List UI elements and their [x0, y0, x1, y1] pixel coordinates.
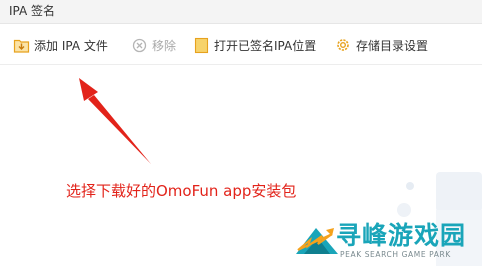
- gear-icon: [334, 36, 352, 54]
- remove-label: 移除: [152, 38, 177, 53]
- folder-icon: [192, 36, 210, 54]
- file-list-area[interactable]: [0, 66, 482, 266]
- add-ipa-button[interactable]: 添加 IPA 文件: [12, 35, 108, 55]
- add-ipa-label: 添加 IPA 文件: [34, 38, 108, 53]
- storage-directory-settings-button[interactable]: 存储目录设置: [334, 35, 428, 55]
- window-title: IPA 签名: [9, 4, 56, 18]
- annotation-text: 选择下载好的OmoFun app安装包: [66, 182, 297, 200]
- toolbar: 添加 IPA 文件 移除 打开已签名IPA位置 存储目录设置: [0, 25, 482, 65]
- remove-button[interactable]: 移除: [130, 35, 176, 55]
- open-signed-ipa-location-label: 打开已签名IPA位置: [214, 38, 317, 53]
- remove-icon: [130, 36, 148, 54]
- storage-directory-settings-label: 存储目录设置: [356, 38, 429, 53]
- open-signed-ipa-location-button[interactable]: 打开已签名IPA位置: [192, 35, 316, 55]
- window-title-bar: IPA 签名: [0, 0, 482, 24]
- folder-import-icon: [12, 36, 30, 54]
